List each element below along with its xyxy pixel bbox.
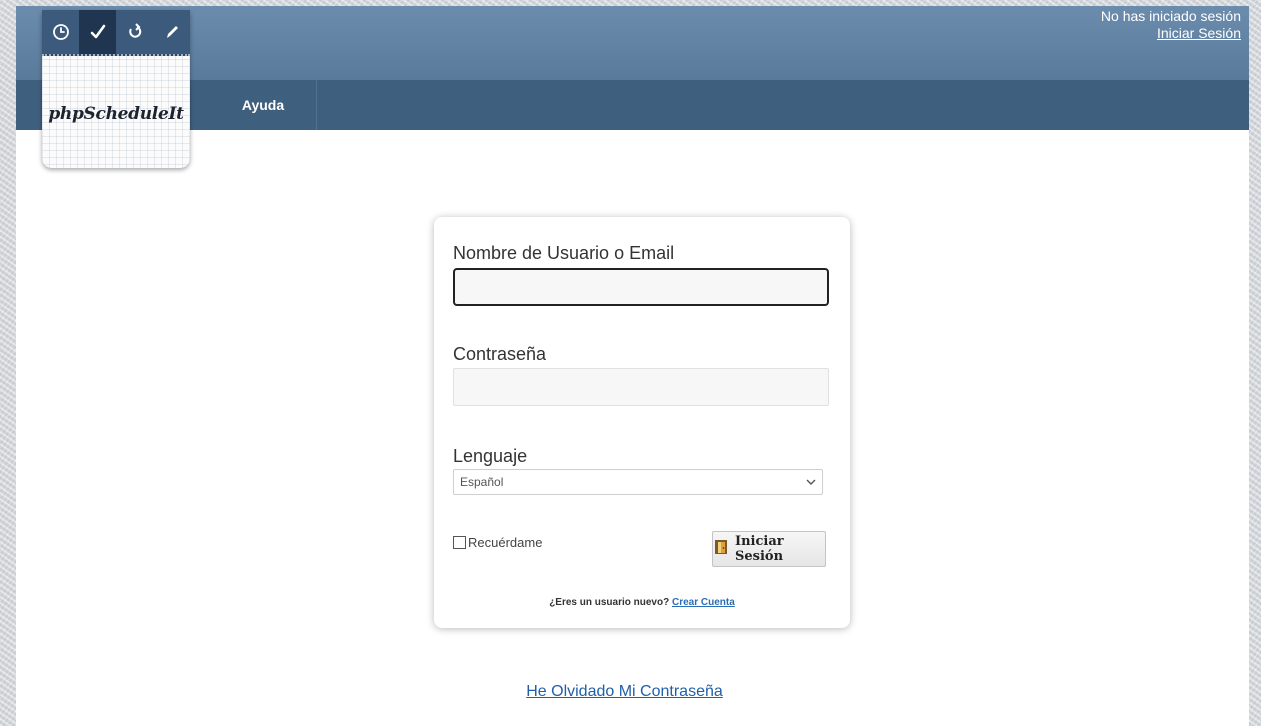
page-container: Ayuda No has iniciado sesión Iniciar Ses… bbox=[16, 6, 1249, 726]
refresh-icon bbox=[116, 10, 153, 54]
remember-me[interactable]: Recuérdame bbox=[453, 535, 542, 550]
chevron-down-icon bbox=[806, 475, 816, 489]
new-user-text: ¿Eres un usuario nuevo? bbox=[549, 597, 670, 608]
pencil-icon bbox=[153, 10, 190, 54]
logo-icon-strip bbox=[42, 10, 190, 56]
forgot-password-link[interactable]: He Olvidado Mi Contraseña bbox=[0, 683, 1249, 701]
header-bar bbox=[16, 6, 1249, 80]
remember-checkbox[interactable] bbox=[453, 536, 466, 549]
nav-bar bbox=[16, 80, 1249, 130]
username-input[interactable] bbox=[453, 268, 829, 306]
session-status-text: No has iniciado sesión bbox=[1100, 8, 1241, 24]
create-account-link[interactable]: Crear Cuenta bbox=[672, 597, 735, 608]
signup-prompt: ¿Eres un usuario nuevo? Crear Cuenta bbox=[434, 597, 850, 608]
session-status-area: No has iniciado sesión Iniciar Sesión bbox=[1101, 8, 1241, 42]
nav-item-help[interactable]: Ayuda bbox=[210, 80, 317, 130]
login-button[interactable]: Iniciar Sesión bbox=[712, 531, 826, 567]
password-label: Contraseña bbox=[453, 344, 547, 364]
clock-icon bbox=[42, 10, 79, 54]
door-icon bbox=[713, 538, 731, 560]
check-icon bbox=[79, 10, 116, 54]
app-logo[interactable]: phpScheduleIt bbox=[42, 10, 190, 168]
login-button-label: Iniciar Sesión bbox=[735, 534, 784, 564]
password-input[interactable] bbox=[453, 368, 829, 406]
language-selected-value: Español bbox=[460, 475, 504, 489]
username-label: Nombre de Usuario o Email bbox=[453, 243, 675, 263]
logo-title: phpScheduleIt bbox=[48, 104, 184, 124]
remember-label: Recuérdame bbox=[468, 535, 543, 550]
language-select[interactable]: Español bbox=[453, 469, 823, 495]
login-card: Nombre de Usuario o Email Contraseña Len… bbox=[434, 217, 850, 628]
header-login-link[interactable]: Iniciar Sesión bbox=[1101, 25, 1241, 42]
language-label: Lenguaje bbox=[453, 446, 528, 466]
